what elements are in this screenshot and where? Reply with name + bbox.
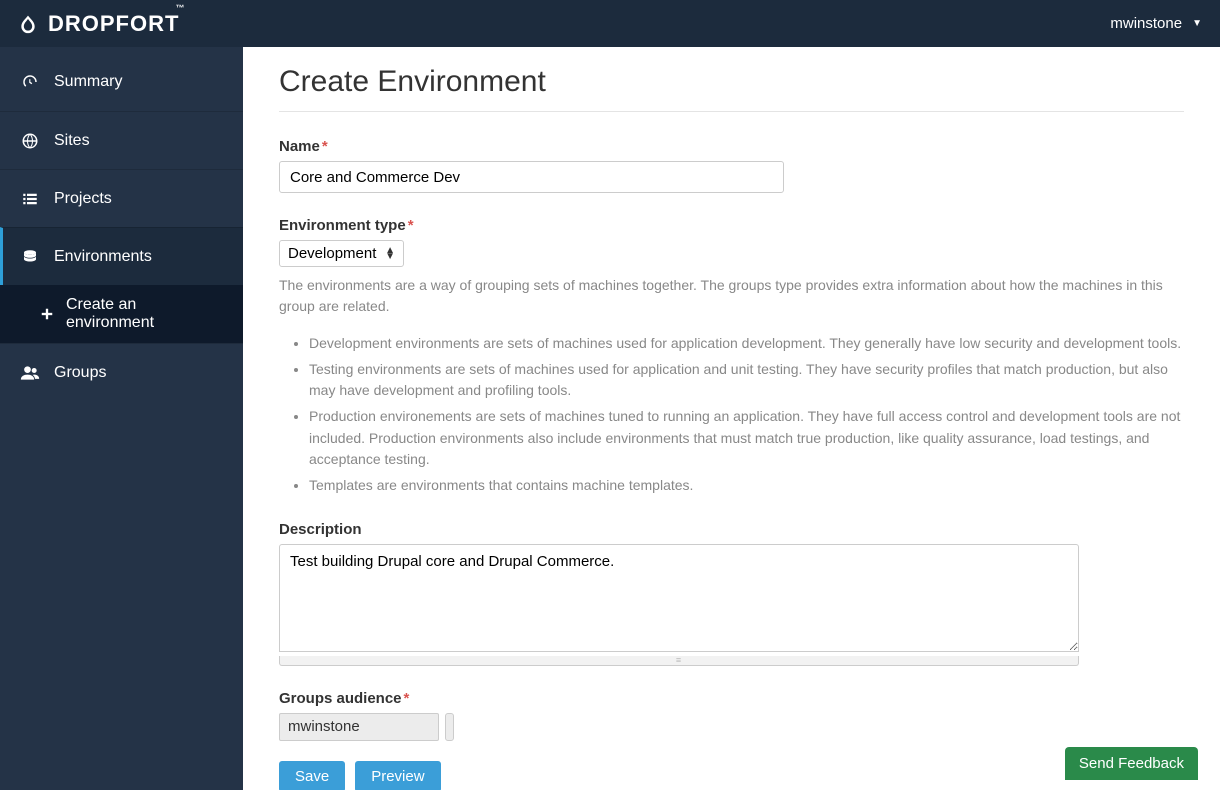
brand[interactable]: DROPFORT™: [18, 11, 189, 37]
dashboard-icon: [20, 73, 40, 91]
sidebar-item-label: Environments: [54, 248, 152, 266]
stack-icon: [20, 248, 40, 266]
env-type-select-input[interactable]: Development: [288, 245, 395, 262]
bullet-item: Testing environments are sets of machine…: [309, 359, 1184, 402]
save-button[interactable]: Save: [279, 761, 345, 790]
sidebar-item-summary[interactable]: Summary: [0, 53, 243, 111]
bullet-item: Development environments are sets of mac…: [309, 333, 1184, 355]
user-menu[interactable]: mwinstone ▼: [1110, 15, 1202, 32]
name-input[interactable]: [279, 161, 784, 193]
sidebar-item-environments[interactable]: Environments: [0, 227, 243, 285]
logo-icon: [18, 12, 38, 36]
sidebar-item-label: Sites: [54, 132, 90, 150]
field-groups: Groups audience* mwinstone: [279, 690, 1184, 741]
sidebar-item-groups[interactable]: Groups: [0, 343, 243, 401]
resize-handle[interactable]: ≡: [279, 656, 1079, 666]
field-description: Description ≡: [279, 521, 1184, 666]
field-name: Name*: [279, 138, 1184, 193]
field-env-type: Environment type* Development ▲▼ The env…: [279, 217, 1184, 497]
env-type-bullets: Development environments are sets of mac…: [309, 333, 1184, 497]
globe-icon: [20, 132, 40, 150]
send-feedback-button[interactable]: Send Feedback: [1065, 747, 1198, 780]
groups-select[interactable]: mwinstone: [279, 713, 439, 741]
top-bar: DROPFORT™ mwinstone ▼: [0, 0, 1220, 47]
preview-button[interactable]: Preview: [355, 761, 440, 790]
brand-name: DROPFORT™: [48, 11, 189, 37]
sidebar-sub-label: Create an environment: [66, 296, 223, 332]
list-icon: [20, 190, 40, 208]
sidebar-item-projects[interactable]: Projects: [0, 169, 243, 227]
bullet-item: Templates are environments that contains…: [309, 475, 1184, 497]
sidebar: Summary Sites Projects Environments Crea…: [0, 47, 243, 790]
caret-down-icon: ▼: [1192, 18, 1202, 29]
page-title: Create Environment: [279, 65, 1184, 112]
description-textarea[interactable]: [279, 544, 1079, 652]
groups-selected-value: mwinstone: [288, 718, 360, 735]
sidebar-sub-create-environment[interactable]: Create an environment: [0, 285, 243, 343]
env-type-select[interactable]: Development ▲▼: [279, 240, 404, 267]
env-type-help: The environments are a way of grouping s…: [279, 275, 1184, 317]
plus-icon: [40, 307, 54, 321]
description-label: Description: [279, 521, 1184, 538]
sidebar-item-label: Summary: [54, 73, 122, 91]
action-row: Save Preview: [279, 761, 1184, 790]
users-icon: [20, 364, 40, 382]
user-name: mwinstone: [1110, 15, 1182, 32]
sidebar-item-sites[interactable]: Sites: [0, 111, 243, 169]
sidebar-item-label: Groups: [54, 364, 106, 382]
main-content: Create Environment Name* Environment typ…: [243, 47, 1220, 790]
groups-label: Groups audience*: [279, 690, 1184, 707]
name-label: Name*: [279, 138, 1184, 155]
sidebar-item-label: Projects: [54, 190, 112, 208]
groups-scrollbar[interactable]: [445, 713, 454, 741]
bullet-item: Production environements are sets of mac…: [309, 406, 1184, 471]
env-type-label: Environment type*: [279, 217, 1184, 234]
